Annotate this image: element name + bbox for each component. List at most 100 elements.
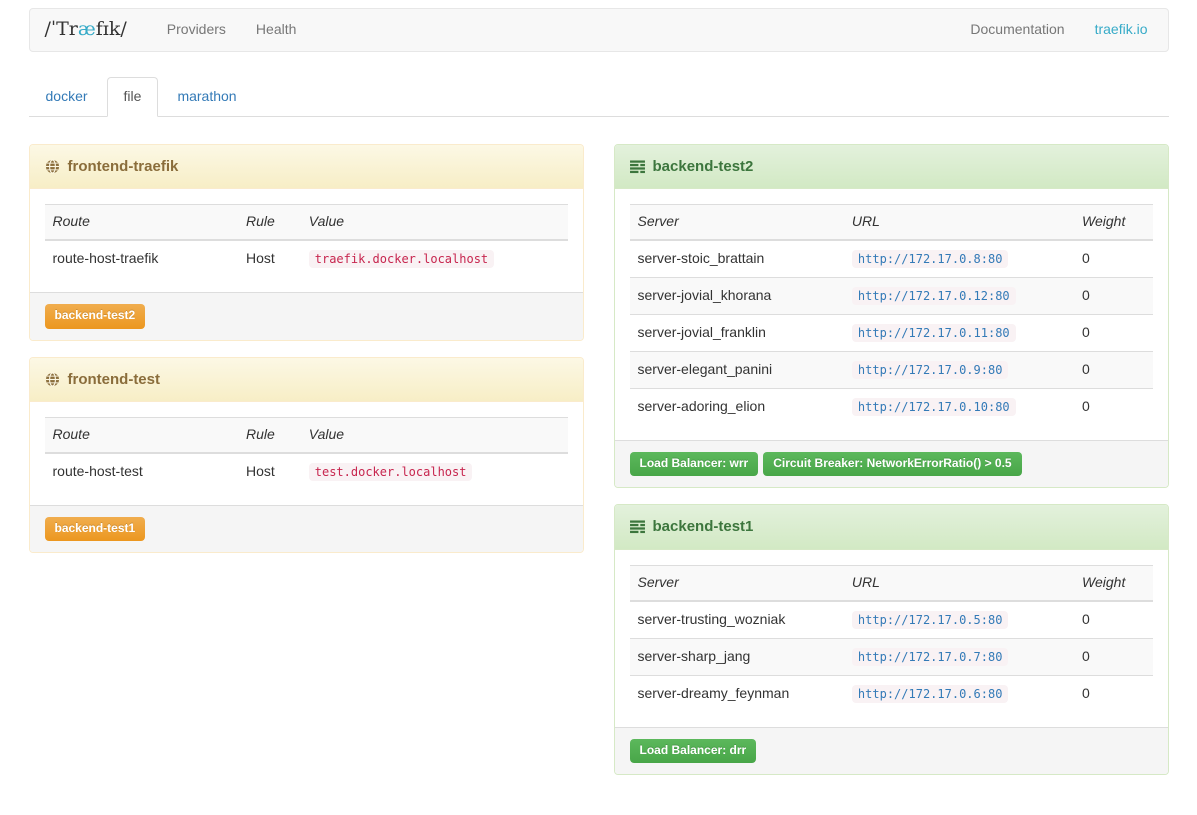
frontend-panel-frontend-traefik: frontend-traefik RouteRuleValue route-ho… (29, 144, 584, 341)
server-row: server-dreamy_feynman http://172.17.0.6:8… (630, 675, 1153, 711)
panel-body: ServerURLWeight server-stoic_brattainhtt… (615, 189, 1168, 440)
panel-heading: backend-test2 (615, 145, 1168, 189)
backend-badge-backend-test2: backend-test2 (45, 304, 146, 328)
server-name-cell: server-dreamy_feynman (630, 675, 844, 711)
navbar: /ˈTræfɪk/ ProvidersHealth Documentationt… (29, 8, 1169, 52)
weight-cell: 0 (1074, 315, 1152, 352)
frontends-column: frontend-traefik RouteRuleValue route-ho… (14, 144, 599, 791)
backend-panel-backend-test1: backend-test1 ServerURLWeight server-tru… (614, 504, 1169, 775)
frontend-panel-frontend-test: frontend-test RouteRuleValue route-host-… (29, 357, 584, 554)
nav-link-providers[interactable]: Providers (152, 8, 241, 52)
server-url-link[interactable]: http://172.17.0.12:80 (852, 287, 1016, 303)
nav-link-health[interactable]: Health (241, 8, 311, 52)
table-header-row: ServerURLWeight (630, 205, 1153, 240)
server-url-link[interactable]: http://172.17.0.5:80 (852, 611, 1009, 627)
traefik-logo[interactable]: /ˈTræfɪk/ (30, 16, 142, 43)
backend-panel-backend-test2: backend-test2 ServerURLWeight server-sto… (614, 144, 1169, 488)
server-url-code: http://172.17.0.7:80 (852, 648, 1009, 666)
weight-cell: 0 (1074, 601, 1152, 638)
server-url-link[interactable]: http://172.17.0.8:80 (852, 250, 1009, 266)
server-url-cell: http://172.17.0.7:80 (844, 638, 1074, 675)
server-url-code: http://172.17.0.11:80 (852, 324, 1016, 342)
panel-title: backend-test2 (653, 156, 754, 177)
server-url-cell: http://172.17.0.10:80 (844, 389, 1074, 425)
column-header-server: Server (630, 205, 844, 240)
weight-cell: 0 (1074, 389, 1152, 425)
servers-table: ServerURLWeight server-trusting_wozniakh… (630, 565, 1153, 712)
panel-footer: backend-test1 (30, 505, 583, 552)
value-cell: test.docker.localhost (301, 453, 568, 490)
server-name-cell: server-stoic_brattain (630, 240, 844, 277)
tasks-icon (630, 520, 645, 534)
server-url-link[interactable]: http://172.17.0.10:80 (852, 398, 1016, 414)
server-url-cell: http://172.17.0.9:80 (844, 352, 1074, 389)
nav-link-traefik-io[interactable]: traefik.io (1080, 8, 1163, 52)
column-header-rule: Rule (238, 205, 301, 240)
panel-footer: backend-test2 (30, 292, 583, 339)
brand-prefix: /ˈTr (45, 18, 78, 40)
weight-cell: 0 (1074, 240, 1152, 277)
server-url-code: http://172.17.0.8:80 (852, 250, 1009, 268)
panel-heading: frontend-test (30, 358, 583, 402)
panel-title: frontend-traefik (68, 156, 179, 177)
column-header-route: Route (45, 205, 239, 240)
tasks-icon (630, 160, 645, 174)
server-row: server-jovial_franklinhttp://172.17.0.11… (630, 315, 1153, 352)
route-row: route-host-traefikHost traefik.docker.loc… (45, 240, 568, 277)
column-header-value: Value (301, 417, 568, 452)
server-url-cell: http://172.17.0.8:80 (844, 240, 1074, 277)
weight-cell: 0 (1074, 675, 1152, 711)
globe-icon (45, 159, 60, 174)
rule-cell: Host (238, 453, 301, 490)
server-url-cell: http://172.17.0.12:80 (844, 278, 1074, 315)
rule-value-code: traefik.docker.localhost (309, 250, 494, 268)
provider-tabs: dockerfilemarathon (29, 77, 1169, 117)
load-balancer-badge: Load Balancer: wrr (630, 452, 759, 476)
weight-cell: 0 (1074, 352, 1152, 389)
server-row: server-stoic_brattain http://172.17.0.8:8… (630, 240, 1153, 277)
nav-link-documentation[interactable]: Documentation (955, 8, 1079, 52)
server-name-cell: server-elegant_panini (630, 352, 844, 389)
panel-title: backend-test1 (653, 516, 754, 537)
navbar-right-links: Documentationtraefik.io (955, 8, 1162, 52)
content-row: frontend-traefik RouteRuleValue route-ho… (14, 144, 1184, 791)
routes-table: RouteRuleValue route-host-traefikHosttra… (45, 204, 568, 277)
server-url-code: http://172.17.0.6:80 (852, 685, 1009, 703)
server-row: server-adoring_elion http://172.17.0.10:8… (630, 389, 1153, 425)
server-row: server-jovial_khorana http://172.17.0.12:… (630, 278, 1153, 315)
route-cell: route-host-traefik (45, 240, 239, 277)
page-container: /ˈTræfɪk/ ProvidersHealth Documentationt… (14, 8, 1184, 791)
column-header-server: Server (630, 565, 844, 600)
tab-marathon[interactable]: marathon (160, 77, 253, 117)
rule-cell: Host (238, 240, 301, 277)
tab-item: marathon (160, 77, 255, 117)
panel-body: RouteRuleValue route-host-traefikHosttra… (30, 189, 583, 292)
brand-accent-letter: æ (78, 18, 96, 40)
rule-value-code: test.docker.localhost (309, 463, 473, 481)
server-url-link[interactable]: http://172.17.0.6:80 (852, 685, 1009, 701)
server-name-cell: server-adoring_elion (630, 389, 844, 425)
route-cell: route-host-test (45, 453, 239, 490)
column-header-url: URL (844, 205, 1074, 240)
panel-footer: Load Balancer: drr (615, 727, 1168, 774)
tab-item: docker (29, 77, 107, 117)
panel-title: frontend-test (68, 369, 161, 390)
server-row: server-trusting_wozniakhttp://172.17.0.5… (630, 601, 1153, 638)
tab-docker[interactable]: docker (29, 77, 105, 117)
tab-item: file (107, 77, 161, 117)
backend-badge-backend-test1: backend-test1 (45, 517, 146, 541)
circuit-breaker-badge: Circuit Breaker: NetworkErrorRatio() > 0… (763, 452, 1021, 476)
table-header-row: RouteRuleValue (45, 417, 568, 452)
server-url-link[interactable]: http://172.17.0.11:80 (852, 324, 1016, 340)
server-url-link[interactable]: http://172.17.0.9:80 (852, 361, 1009, 377)
server-row: server-sharp_janghttp://172.17.0.7:800 (630, 638, 1153, 675)
brand-suffix: fɪk/ (96, 18, 127, 40)
weight-cell: 0 (1074, 278, 1152, 315)
panel-heading: backend-test1 (615, 505, 1168, 549)
tab-file[interactable]: file (107, 77, 159, 117)
server-url-link[interactable]: http://172.17.0.7:80 (852, 648, 1009, 664)
server-row: server-elegant_panini http://172.17.0.9:8… (630, 352, 1153, 389)
server-name-cell: server-jovial_khorana (630, 278, 844, 315)
navbar-left-links: ProvidersHealth (152, 8, 312, 52)
servers-table: ServerURLWeight server-stoic_brattainhtt… (630, 204, 1153, 425)
